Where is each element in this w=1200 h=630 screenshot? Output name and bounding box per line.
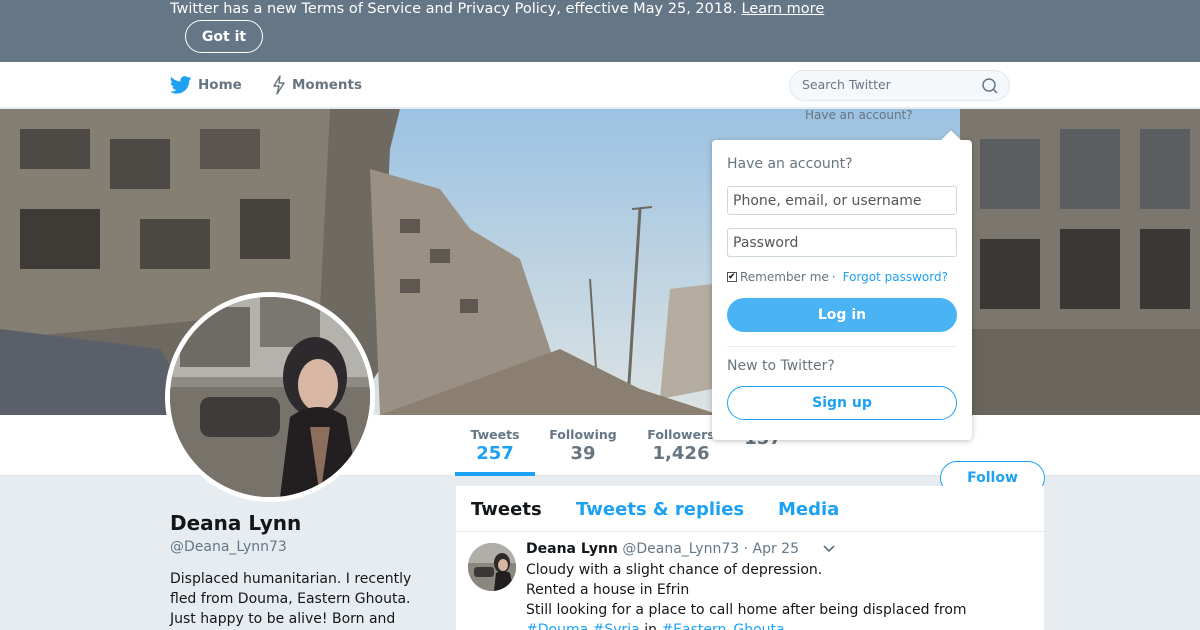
banner-message: Twitter has a new Terms of Service and P… xyxy=(170,0,824,18)
got-it-button[interactable]: Got it xyxy=(185,20,263,53)
remember-me-checkbox[interactable]: ✔ xyxy=(727,272,737,282)
nav-moments-label: Moments xyxy=(292,77,363,93)
lightning-icon xyxy=(273,75,285,95)
search-box xyxy=(789,70,1010,101)
remember-row: ✔ Remember me · Forgot password? xyxy=(727,270,948,284)
stat-following[interactable]: Following 39 xyxy=(548,427,618,464)
tweet-avatar-image xyxy=(468,543,516,591)
tab-tweets-replies[interactable]: Tweets & replies xyxy=(576,499,744,520)
tab-media[interactable]: Media xyxy=(778,499,839,520)
tweet-author-handle[interactable]: @Deana_Lynn73 xyxy=(622,541,739,557)
chevron-down-icon[interactable] xyxy=(822,544,836,554)
username-field[interactable] xyxy=(727,186,957,215)
tweet-avatar[interactable] xyxy=(468,543,516,591)
login-button[interactable]: Log in xyxy=(727,298,957,332)
learn-more-link[interactable]: Learn more xyxy=(742,1,825,17)
nav-home[interactable]: Home xyxy=(170,62,242,108)
twitter-bird-icon xyxy=(170,76,192,94)
login-dropdown: Have an account? ✔ Remember me · Forgot … xyxy=(712,140,972,440)
tweet-date[interactable]: · Apr 25 xyxy=(744,541,799,557)
password-field[interactable] xyxy=(727,228,957,257)
tab-tweets[interactable]: Tweets xyxy=(471,499,542,520)
stat-followers-label: Followers xyxy=(647,427,715,442)
remember-me-label[interactable]: Remember me xyxy=(740,270,829,284)
stat-tweets-value: 257 xyxy=(476,443,514,464)
have-account-link[interactable]: Have an account? xyxy=(805,108,913,122)
search-input[interactable] xyxy=(802,77,972,92)
search-icon[interactable] xyxy=(981,77,999,95)
banner-text: Twitter has a new Terms of Service and P… xyxy=(170,1,737,17)
timeline-tabs: Tweets Tweets & replies Media xyxy=(456,486,1044,532)
tweet-line-2: Rented a house in Efrin xyxy=(526,582,690,598)
stat-tweets-label: Tweets xyxy=(470,427,520,442)
profile-name: Deana Lynn xyxy=(170,511,302,535)
stat-followers[interactable]: Followers 1,426 xyxy=(645,427,717,464)
login-divider xyxy=(727,346,957,347)
login-heading: Have an account? xyxy=(727,156,853,172)
tweet-line-1: Cloudy with a slight chance of depressio… xyxy=(526,562,823,578)
tweet-text: Cloudy with a slight chance of depressio… xyxy=(526,560,967,630)
terms-banner: Twitter has a new Terms of Service and P… xyxy=(0,0,1200,62)
top-nav: Home Moments xyxy=(0,62,1200,108)
tweet-in: in xyxy=(644,622,657,630)
profile-avatar[interactable] xyxy=(165,292,375,502)
stat-tweets[interactable]: Tweets 257 xyxy=(455,427,535,476)
stat-following-value: 39 xyxy=(570,443,596,464)
nav-home-label: Home xyxy=(198,77,242,93)
stat-following-label: Following xyxy=(549,427,617,442)
timeline: Tweets Tweets & replies Media Deana Lynn… xyxy=(456,486,1044,630)
hashtag-douma[interactable]: #Douma xyxy=(526,622,588,630)
tweet-author-name[interactable]: Deana Lynn xyxy=(526,541,618,557)
hashtag-syria[interactable]: #Syria xyxy=(593,622,640,630)
tweet-header: Deana Lynn @Deana_Lynn73 · Apr 25 xyxy=(526,541,799,557)
nav-moments[interactable]: Moments xyxy=(272,62,362,108)
profile-bio: Displaced humanitarian. I recently fled … xyxy=(170,571,412,627)
new-to-twitter: New to Twitter? xyxy=(727,358,835,374)
tweet-line-3: Still looking for a place to call home a… xyxy=(526,602,967,618)
separator-dot: · xyxy=(831,270,836,284)
tweet-line-4: #Douma #Syria in #Eastern_Ghouta xyxy=(526,620,967,630)
stat-followers-value: 1,426 xyxy=(652,443,710,464)
forgot-password-link[interactable]: Forgot password? xyxy=(843,270,948,284)
signup-button[interactable]: Sign up xyxy=(727,386,957,420)
profile-handle: @Deana_Lynn73 xyxy=(170,539,287,555)
avatar-image xyxy=(170,297,370,497)
tweet[interactable]: Deana Lynn @Deana_Lynn73 · Apr 25 Cloudy… xyxy=(456,532,1044,630)
hashtag-eastern-ghouta[interactable]: #Eastern_Ghouta xyxy=(661,622,784,630)
